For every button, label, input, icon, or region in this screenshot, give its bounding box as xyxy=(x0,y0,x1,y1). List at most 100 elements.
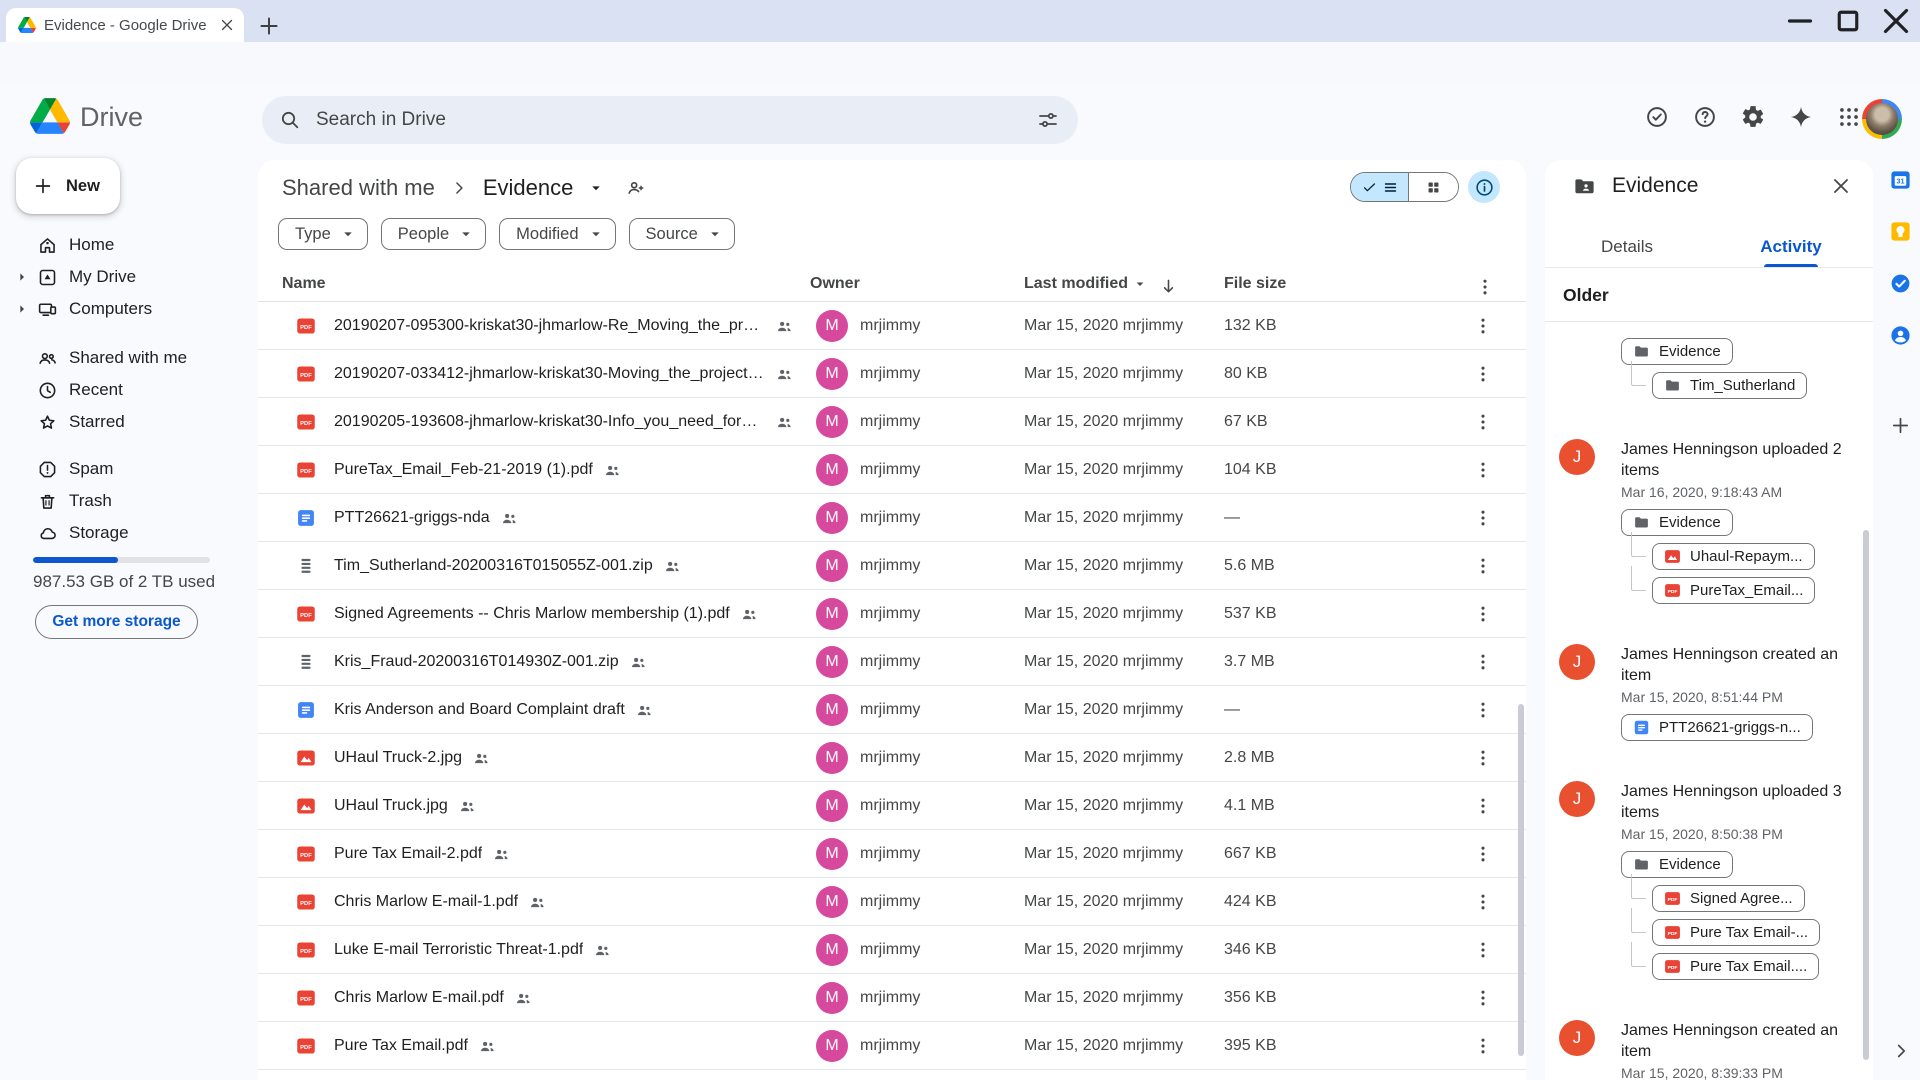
row-more-options-icon[interactable] xyxy=(1472,843,1494,865)
expand-chevron-icon[interactable] xyxy=(14,269,30,285)
hide-side-panel-icon[interactable] xyxy=(1890,1040,1912,1062)
sidebar-item-recent[interactable]: Recent xyxy=(0,374,250,406)
row-more-options-icon[interactable] xyxy=(1472,555,1494,577)
file-row[interactable]: UHaul Truck.jpgMmrjimmyMar 15, 2020 mrji… xyxy=(258,782,1526,830)
sort-direction-icon[interactable] xyxy=(1158,276,1179,297)
file-row[interactable]: PDFPure Tax Email.pdfMmrjimmyMar 15, 202… xyxy=(258,1022,1526,1070)
row-more-options-icon[interactable] xyxy=(1472,939,1494,961)
file-row[interactable]: PDFPure Tax Email-2.pdfMmrjimmyMar 15, 2… xyxy=(258,830,1526,878)
filter-chip-type[interactable]: Type xyxy=(278,218,368,250)
file-row[interactable]: Kris Anderson and Board Complaint draftM… xyxy=(258,686,1526,734)
browser-tab[interactable]: Evidence - Google Drive xyxy=(6,8,244,42)
row-more-options-icon[interactable] xyxy=(1472,1035,1494,1057)
search-input[interactable] xyxy=(316,109,1036,131)
file-row[interactable]: Kris_Fraud-20200316T014930Z-001.zipMmrji… xyxy=(258,638,1526,686)
row-more-options-icon[interactable] xyxy=(1472,699,1494,721)
sidebar-item-home[interactable]: Home xyxy=(0,229,250,261)
sidebar-item-storage[interactable]: Storage xyxy=(0,517,250,549)
file-row[interactable]: PTT26621-griggs-ndaMmrjimmyMar 15, 2020 … xyxy=(258,494,1526,542)
column-header-file-size[interactable]: File size xyxy=(1224,275,1286,293)
file-row[interactable]: UHaul Truck-2.jpgMmrjimmyMar 15, 2020 mr… xyxy=(258,734,1526,782)
get-more-storage-button[interactable]: Get more storage xyxy=(35,605,198,639)
help-icon[interactable] xyxy=(1692,104,1718,130)
expand-chevron-icon[interactable] xyxy=(14,301,30,317)
availability-icon[interactable] xyxy=(1644,104,1670,130)
column-header-last-modified[interactable]: Last modified xyxy=(1024,275,1148,293)
new-button[interactable]: New xyxy=(16,158,120,214)
activity-scrollbar[interactable] xyxy=(1863,530,1869,1060)
row-more-options-icon[interactable] xyxy=(1472,411,1494,433)
file-row[interactable]: PDFSigned Agreements -- Chris Marlow mem… xyxy=(258,590,1526,638)
file-row[interactable]: PDFLuke E-mail Terroristic Threat-1.pdfM… xyxy=(258,926,1526,974)
details-info-button[interactable] xyxy=(1468,171,1500,203)
sidebar-item-my-drive[interactable]: My Drive xyxy=(0,261,250,293)
row-more-options-icon[interactable] xyxy=(1472,987,1494,1009)
activity-chip[interactable]: Uhaul-Repaym... xyxy=(1652,543,1815,570)
file-row[interactable]: Tim_Sutherland-20200316T015055Z-001.zipM… xyxy=(258,542,1526,590)
file-row[interactable]: PDF20190205-193608-jhmarlow-kriskat30-In… xyxy=(258,398,1526,446)
activity-chip[interactable]: PDFSigned Agree... xyxy=(1652,885,1805,912)
file-row[interactable]: PDFPureTax_Email_Feb-21-2019 (1).pdfMmrj… xyxy=(258,446,1526,494)
calendar-icon[interactable]: 31 xyxy=(1889,168,1912,191)
new-tab-button[interactable] xyxy=(256,13,282,39)
last-modified: Mar 15, 2020 mrjimmy xyxy=(1024,446,1183,494)
close-panel-icon[interactable] xyxy=(1829,174,1853,198)
tasks-icon[interactable] xyxy=(1889,272,1912,295)
row-more-options-icon[interactable] xyxy=(1472,795,1494,817)
sidebar-item-starred[interactable]: Starred xyxy=(0,406,250,438)
row-more-options-icon[interactable] xyxy=(1472,507,1494,529)
header-more-options-icon[interactable] xyxy=(1474,276,1496,298)
filter-chip-modified[interactable]: Modified xyxy=(499,218,615,250)
grid-view-button[interactable] xyxy=(1408,173,1458,201)
window-close-button[interactable] xyxy=(1872,0,1920,42)
file-list-scrollbar[interactable] xyxy=(1518,704,1524,1056)
file-row[interactable]: PDF20190207-095300-kriskat30-jhmarlow-Re… xyxy=(258,302,1526,350)
file-name: Kris Anderson and Board Complaint draft xyxy=(334,701,625,719)
file-row[interactable]: PDFChris Marlow E-mail.pdfMmrjimmyMar 15… xyxy=(258,974,1526,1022)
drive-logo-icon[interactable] xyxy=(30,98,70,134)
owner-avatar: M xyxy=(816,550,848,582)
contacts-icon[interactable] xyxy=(1889,324,1912,347)
settings-icon[interactable] xyxy=(1740,104,1766,130)
row-more-options-icon[interactable] xyxy=(1472,459,1494,481)
sidebar-item-spam[interactable]: Spam xyxy=(0,453,250,485)
window-maximize-button[interactable] xyxy=(1824,0,1872,42)
activity-timestamp: Mar 16, 2020, 9:18:43 AM xyxy=(1621,484,1867,500)
breadcrumb-shared-with-me[interactable]: Shared with me xyxy=(282,175,435,201)
breadcrumb-current-folder[interactable]: Evidence xyxy=(483,175,574,201)
column-header-name[interactable]: Name xyxy=(282,275,326,293)
filter-chip-people[interactable]: People xyxy=(381,218,486,250)
row-more-options-icon[interactable] xyxy=(1472,891,1494,913)
keep-icon[interactable] xyxy=(1889,220,1912,243)
file-row[interactable]: PDFChris Marlow E-mail-1.pdfMmrjimmyMar … xyxy=(258,878,1526,926)
row-more-options-icon[interactable] xyxy=(1472,363,1494,385)
search-options-icon[interactable] xyxy=(1036,108,1060,132)
file-row[interactable]: PDF20190207-033412-jhmarlow-kriskat30-Mo… xyxy=(258,350,1526,398)
tab-close-icon[interactable] xyxy=(218,16,236,34)
activity-chip[interactable]: PTT26621-griggs-n... xyxy=(1621,714,1813,741)
activity-chip[interactable]: PDFPureTax_Email... xyxy=(1652,577,1815,604)
activity-chip[interactable]: PDFPure Tax Email-... xyxy=(1652,919,1820,946)
gemini-icon[interactable] xyxy=(1788,104,1814,130)
get-add-ons-icon[interactable] xyxy=(1889,414,1912,437)
svg-text:PDF: PDF xyxy=(300,949,312,955)
activity-chip[interactable]: Tim_Sutherland xyxy=(1652,372,1807,399)
tab-activity[interactable]: Activity xyxy=(1709,226,1873,267)
row-more-options-icon[interactable] xyxy=(1472,747,1494,769)
folder-menu-caret-icon[interactable] xyxy=(587,179,605,197)
sidebar-item-shared-with-me[interactable]: Shared with me xyxy=(0,342,250,374)
row-more-options-icon[interactable] xyxy=(1472,603,1494,625)
filter-chip-source[interactable]: Source xyxy=(629,218,735,250)
tab-details[interactable]: Details xyxy=(1545,226,1709,267)
search-bar[interactable] xyxy=(262,96,1078,144)
activity-chip[interactable]: PDFPure Tax Email.... xyxy=(1652,953,1819,980)
sidebar-item-trash[interactable]: Trash xyxy=(0,485,250,517)
row-more-options-icon[interactable] xyxy=(1472,651,1494,673)
list-view-button[interactable] xyxy=(1351,173,1408,201)
account-avatar[interactable] xyxy=(1862,99,1902,139)
row-more-options-icon[interactable] xyxy=(1472,315,1494,337)
sidebar-item-computers[interactable]: Computers xyxy=(0,293,250,325)
column-header-owner[interactable]: Owner xyxy=(810,275,860,293)
apps-grid-icon[interactable] xyxy=(1836,104,1862,130)
window-minimize-button[interactable] xyxy=(1776,0,1824,42)
